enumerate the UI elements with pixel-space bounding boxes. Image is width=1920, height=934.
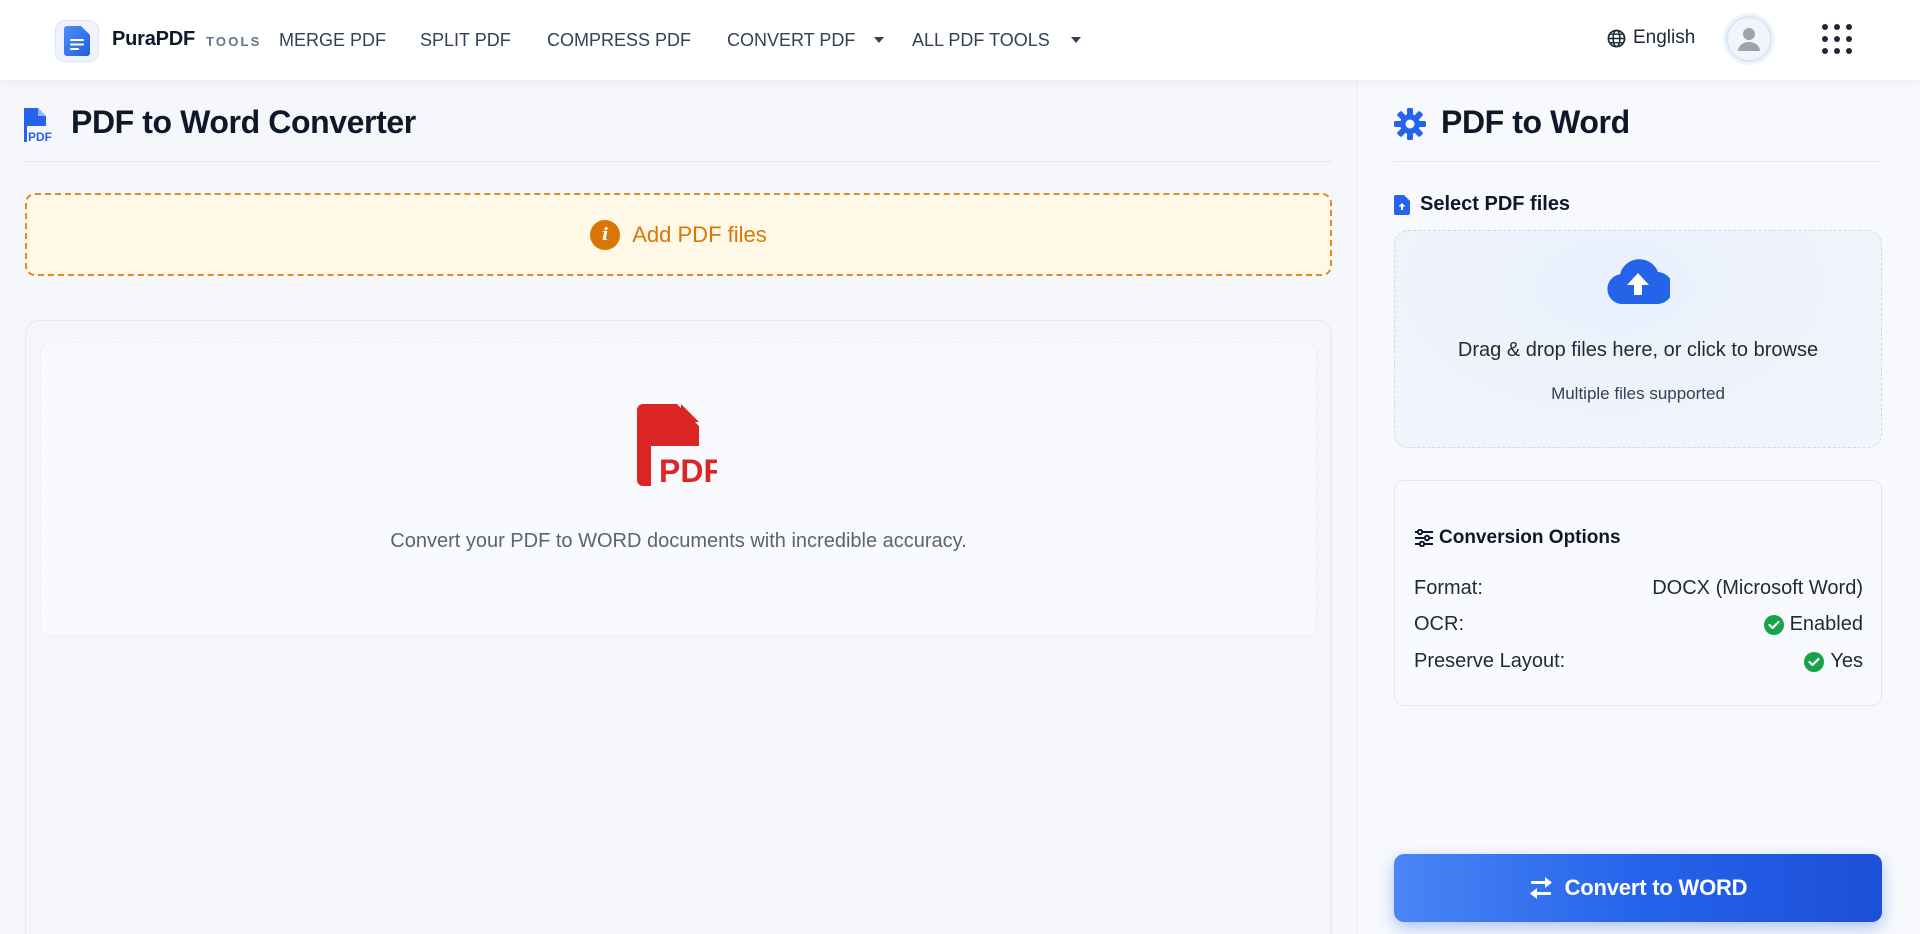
exchange-arrows-icon bbox=[1529, 877, 1552, 899]
page-title: PDF to Word Converter bbox=[71, 104, 416, 140]
option-value-wrap: Yes bbox=[1804, 650, 1863, 673]
gear-icon bbox=[1394, 108, 1426, 140]
chevron-down-icon[interactable] bbox=[1071, 37, 1081, 43]
dropzone-subtext: Multiple files supported bbox=[1551, 384, 1725, 403]
sliders-icon bbox=[1415, 529, 1433, 547]
divider bbox=[24, 161, 1332, 162]
svg-text:PDF: PDF bbox=[28, 130, 52, 142]
panel-title: PDF to Word bbox=[1441, 104, 1630, 140]
nav-compress-pdf[interactable]: COMPRESS PDF bbox=[547, 30, 691, 51]
cloud-upload-icon bbox=[1607, 259, 1670, 304]
language-selector[interactable]: English bbox=[1607, 27, 1695, 49]
conversion-options-heading: Conversion Options bbox=[1414, 527, 1621, 549]
option-value-wrap: Enabled bbox=[1763, 613, 1863, 636]
top-navbar: PuraPDF TOOLS MERGE PDF SPLIT PDF COMPRE… bbox=[0, 0, 1920, 80]
option-value: DOCX (Microsoft Word) bbox=[1652, 577, 1863, 599]
nav-merge-pdf[interactable]: MERGE PDF bbox=[279, 30, 386, 51]
chevron-down-icon[interactable] bbox=[874, 37, 884, 43]
option-label: Preserve Layout: bbox=[1414, 650, 1566, 672]
brand-tagline: TOOLS bbox=[206, 34, 262, 49]
pdf-file-icon: PDF bbox=[24, 108, 52, 142]
convert-button[interactable]: Convert to WORD bbox=[1394, 854, 1882, 922]
add-pdf-files-label: Add PDF files bbox=[632, 221, 767, 247]
option-row-ocr: OCR: Enabled bbox=[1414, 613, 1863, 636]
nav-all-pdf-tools[interactable]: ALL PDF TOOLS bbox=[912, 30, 1050, 51]
logo[interactable] bbox=[55, 20, 99, 62]
option-label: OCR: bbox=[1414, 613, 1464, 635]
apps-grid-icon[interactable] bbox=[1822, 24, 1852, 54]
pdf-document-icon: PDF bbox=[637, 404, 717, 486]
option-row-preserve-layout: Preserve Layout: Yes bbox=[1414, 650, 1863, 673]
convert-button-label: Convert to WORD bbox=[1564, 875, 1748, 900]
empty-state-card bbox=[40, 342, 1317, 636]
brand-name[interactable]: PuraPDF bbox=[112, 28, 195, 51]
divider bbox=[1394, 161, 1882, 162]
options-heading-label: Conversion Options bbox=[1439, 527, 1621, 548]
document-icon bbox=[64, 26, 90, 56]
nav-convert-pdf[interactable]: CONVERT PDF bbox=[727, 30, 855, 51]
check-circle-icon bbox=[1763, 614, 1784, 635]
file-upload-icon bbox=[1394, 195, 1410, 215]
nav-split-pdf[interactable]: SPLIT PDF bbox=[420, 30, 511, 51]
user-icon bbox=[1738, 28, 1760, 51]
option-value: Yes bbox=[1830, 650, 1863, 672]
add-pdf-files-banner[interactable]: i Add PDF files bbox=[25, 193, 1332, 276]
select-files-label: Select PDF files bbox=[1420, 193, 1571, 215]
language-label: English bbox=[1633, 27, 1696, 48]
check-circle-icon bbox=[1804, 651, 1825, 672]
svg-text:PDF: PDF bbox=[659, 453, 717, 486]
option-value: Enabled bbox=[1789, 613, 1863, 635]
empty-state-text: Convert your PDF to WORD documents with … bbox=[390, 530, 967, 552]
globe-icon bbox=[1607, 29, 1626, 47]
dropzone-text: Drag & drop files here, or click to brow… bbox=[1457, 339, 1819, 361]
option-label: Format: bbox=[1414, 577, 1483, 599]
info-icon: i bbox=[590, 219, 621, 250]
avatar[interactable] bbox=[1726, 16, 1772, 62]
option-row-format: Format: DOCX (Microsoft Word) bbox=[1414, 577, 1863, 600]
